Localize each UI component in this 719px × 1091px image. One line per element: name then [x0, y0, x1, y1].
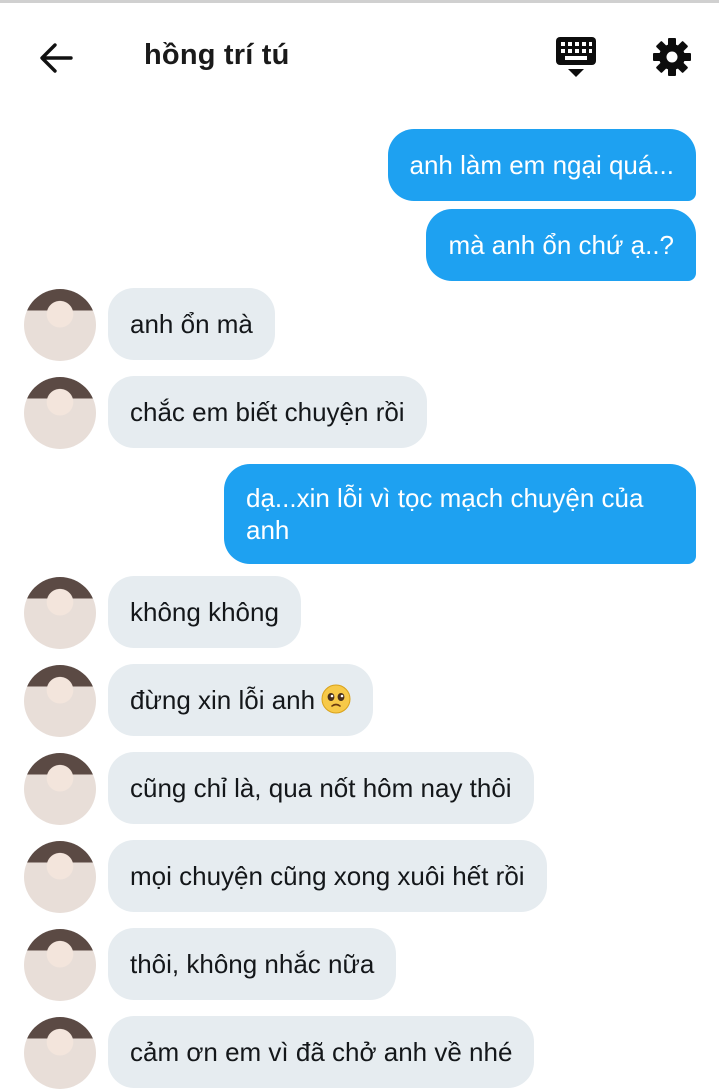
avatar[interactable]	[24, 289, 96, 361]
keyboard-icon	[554, 35, 598, 84]
incoming-message[interactable]: cũng chỉ là, qua nốt hôm nay thôi	[108, 752, 534, 824]
contact-name: hồng trí tú	[144, 39, 290, 71]
outgoing-message[interactable]: anh làm em ngại quá...	[387, 129, 696, 201]
avatar[interactable]	[24, 929, 96, 1001]
back-arrow-icon	[38, 40, 74, 81]
incoming-message[interactable]: cảm ơn em vì đã chở anh về nhé	[108, 1016, 535, 1088]
incoming-message[interactable]: chắc em biết chuyện rồi	[108, 376, 427, 448]
incoming-message[interactable]: anh ổn mà	[108, 288, 275, 360]
incoming-message[interactable]: mọi chuyện cũng xong xuôi hết rồi	[108, 840, 547, 912]
avatar[interactable]	[24, 577, 96, 649]
chat-header: hồng trí tú	[0, 3, 719, 113]
message-text: đừng xin lỗi anh	[130, 685, 316, 715]
back-button[interactable]	[28, 35, 84, 85]
outgoing-message[interactable]: dạ...xin lỗi vì tọc mạch chuyện của anh	[224, 464, 696, 564]
outgoing-message[interactable]: mà anh ổn chứ ạ..?	[426, 209, 696, 281]
avatar[interactable]	[24, 665, 96, 737]
avatar[interactable]	[24, 841, 96, 913]
avatar[interactable]	[24, 753, 96, 825]
avatar[interactable]	[24, 1017, 96, 1089]
gear-icon	[652, 37, 692, 82]
settings-button[interactable]	[644, 33, 700, 85]
keyboard-button[interactable]	[548, 33, 604, 85]
incoming-message[interactable]: đừng xin lỗi anh	[108, 664, 374, 736]
incoming-message[interactable]: không không	[108, 576, 301, 648]
incoming-message[interactable]: thôi, không nhắc nữa	[108, 928, 397, 1000]
pleading-face-emoji-icon	[321, 684, 351, 714]
avatar[interactable]	[24, 377, 96, 449]
